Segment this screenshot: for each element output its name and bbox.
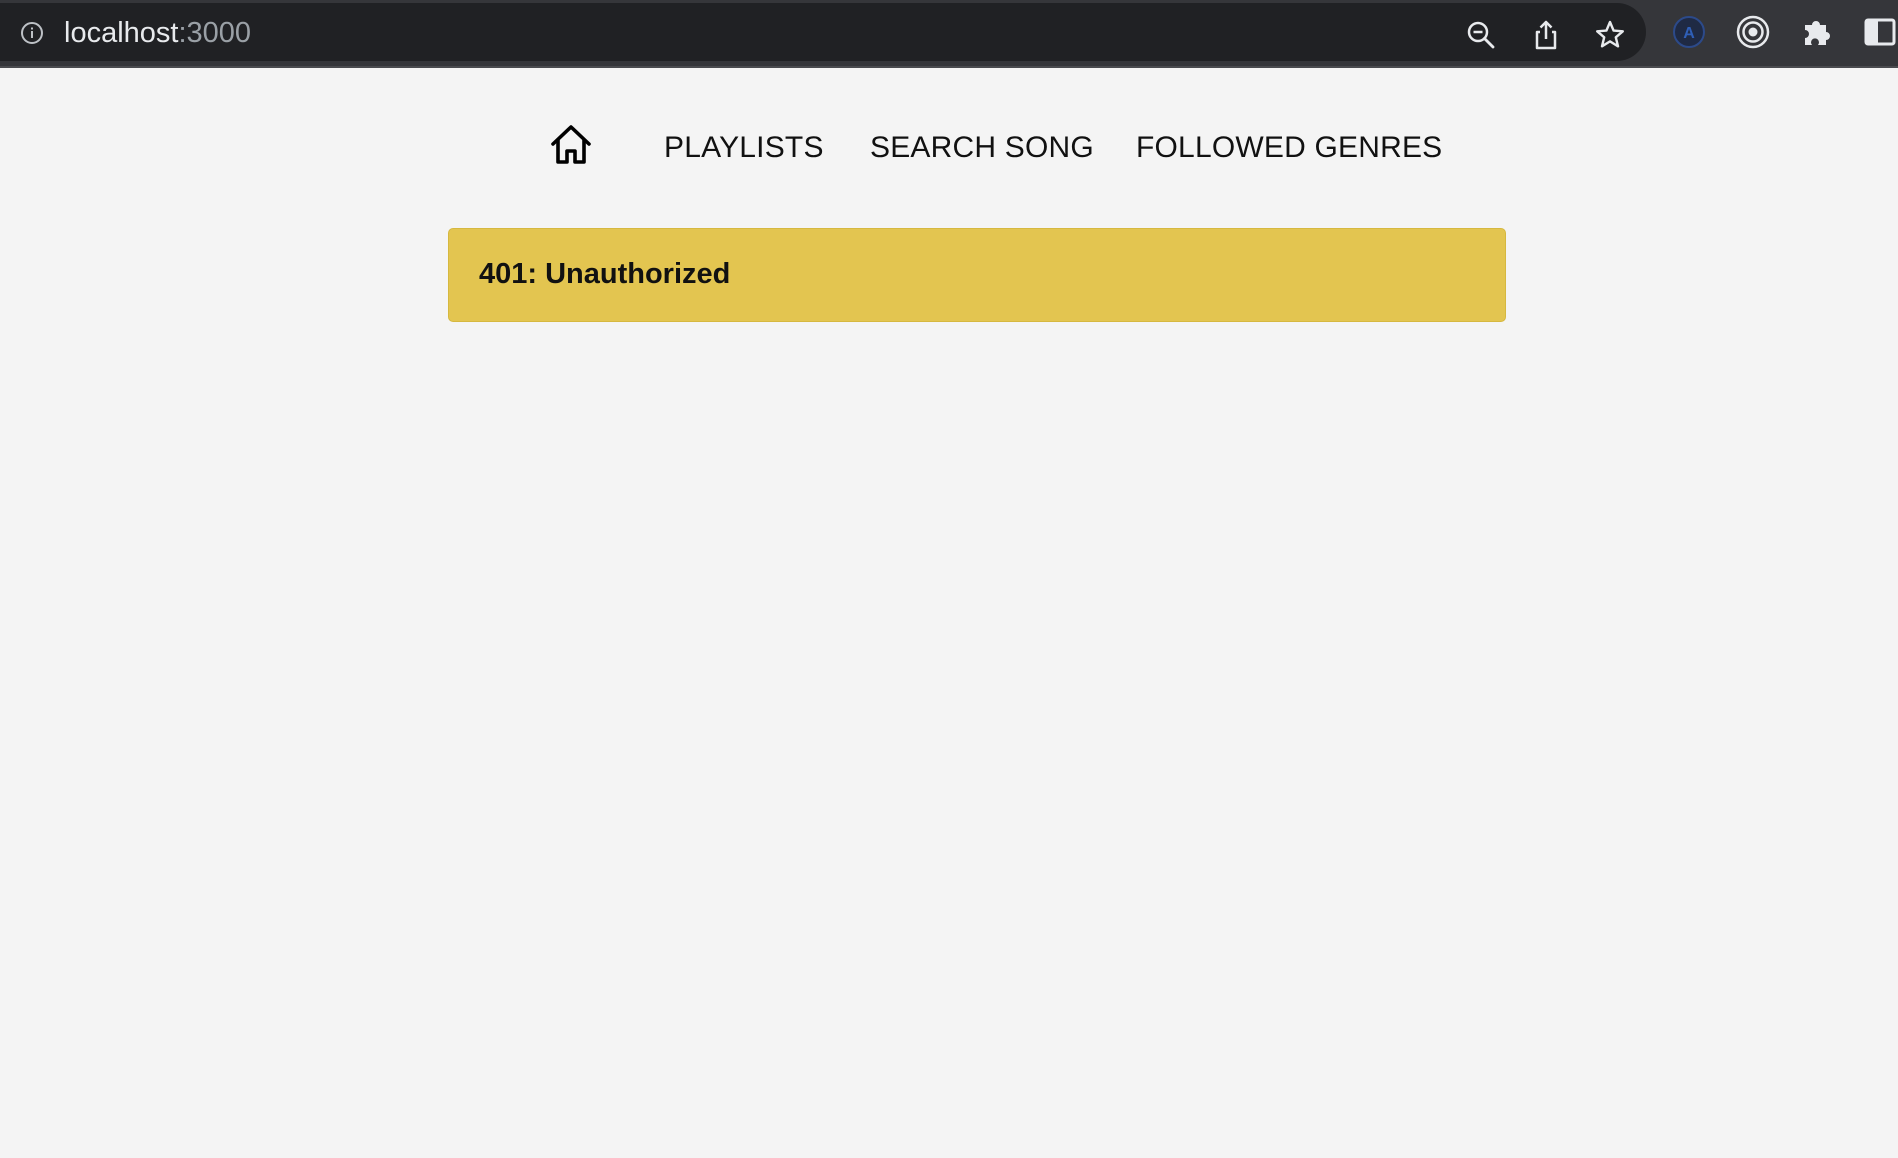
bookmark-star-icon[interactable] <box>1594 19 1626 51</box>
extension-a-icon[interactable]: A <box>1671 14 1707 50</box>
nav-link-search-song[interactable]: SEARCH SONG <box>870 130 1094 166</box>
zoom-out-icon[interactable] <box>1465 19 1497 51</box>
side-panel-icon[interactable] <box>1862 14 1898 50</box>
main-navigation: PLAYLISTS SEARCH SONG FOLLOWED GENRES <box>0 118 1898 182</box>
url-host: localhost <box>64 17 179 49</box>
nav-link-followed-genres[interactable]: FOLLOWED GENRES <box>1136 130 1442 166</box>
home-icon[interactable] <box>548 122 594 168</box>
extension-target-icon[interactable] <box>1735 14 1771 50</box>
url-text[interactable]: localhost:3000 <box>64 16 251 50</box>
address-bar[interactable]: localhost:3000 <box>0 3 1646 61</box>
share-icon[interactable] <box>1530 19 1562 51</box>
info-icon[interactable] <box>20 21 44 45</box>
nav-link-playlists[interactable]: PLAYLISTS <box>664 130 824 166</box>
error-alert: 401: Unauthorized <box>448 228 1506 322</box>
browser-toolbar: localhost:3000 A <box>0 0 1898 68</box>
extensions-puzzle-icon[interactable] <box>1799 14 1835 50</box>
error-message: 401: Unauthorized <box>479 258 731 290</box>
svg-text:A: A <box>1683 25 1695 42</box>
url-port: :3000 <box>178 17 252 49</box>
